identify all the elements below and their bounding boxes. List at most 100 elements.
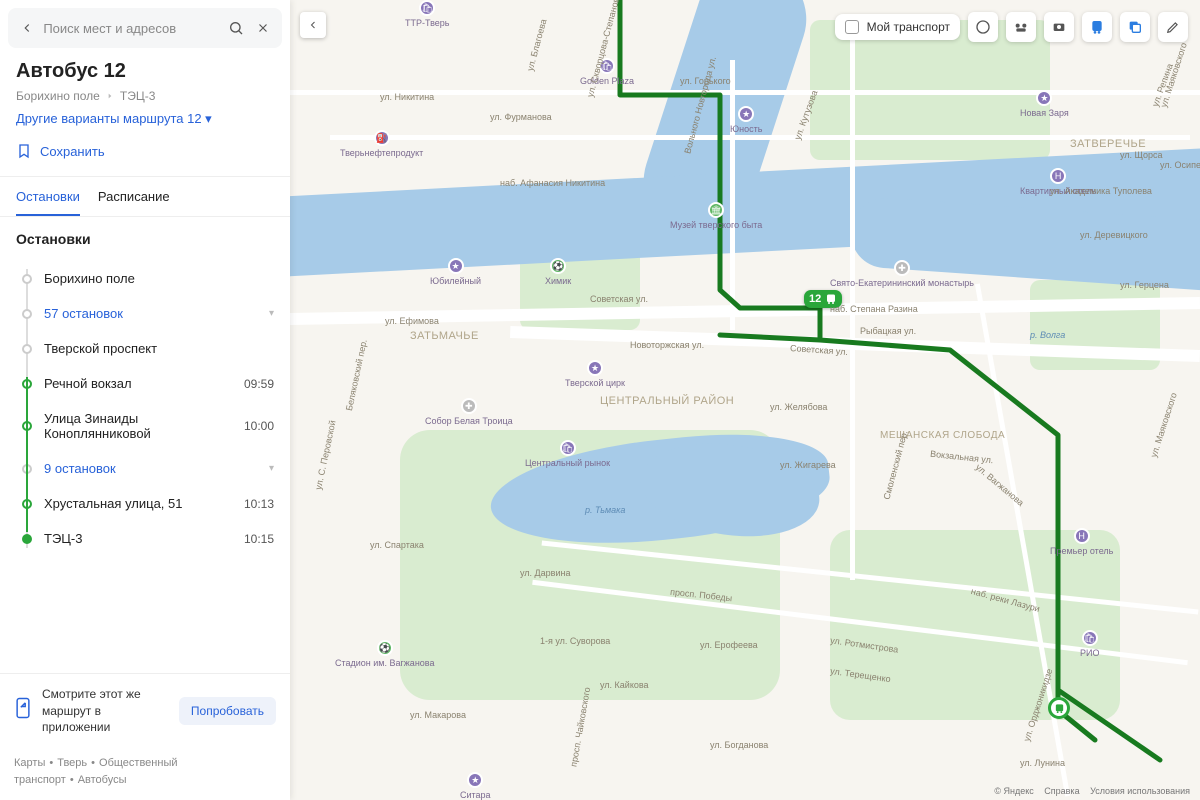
poi-monastery[interactable]: ✚Свято-Екатерининский монастырь	[830, 260, 974, 288]
stop-list: Борихино поле 57 остановок ▾ Тверской просп…	[22, 261, 274, 556]
poi-circus[interactable]: ★Тверской цирк	[565, 360, 625, 388]
poi-zarya[interactable]: ★Новая Заря	[1020, 90, 1069, 118]
copyright: © Яндекс Справка Условия использования	[986, 786, 1190, 796]
poi-stadium[interactable]: ⚽Стадион им. Вагжанова	[335, 640, 434, 668]
chevron-down-icon: ▾	[269, 308, 274, 319]
stop-item[interactable]: Хрустальная улица, 5110:13	[22, 486, 274, 521]
poi-sobor[interactable]: ✚Собор Белая Троица	[425, 398, 513, 426]
copyright-brand[interactable]: © Яндекс	[994, 786, 1033, 796]
street-label: Новоторжская ул.	[630, 340, 704, 350]
stop-dot	[22, 274, 32, 284]
stop-item[interactable]: Улица Зинаиды Коноплянниковой10:00	[22, 401, 274, 451]
stop-dot	[22, 534, 32, 544]
crumb-sep: •	[91, 757, 95, 769]
street-label: ул. Богданова	[710, 740, 768, 750]
route-from: Борихино поле	[16, 89, 100, 103]
poi-ttr[interactable]: 🛍ТТР-Тверь	[405, 0, 449, 28]
close-icon[interactable]	[253, 14, 274, 42]
poi-sitara[interactable]: ★Ситара	[460, 772, 491, 800]
poi-museum[interactable]: 🏛Музей тверского быта	[670, 202, 762, 230]
street-label: наб. Степана Разина	[830, 304, 918, 314]
promo-text: Смотрите этот же маршрут в приложении	[42, 686, 169, 735]
stop-name: ТЭЦ-3	[44, 531, 244, 546]
stop-item[interactable]: 9 остановок ▾	[22, 451, 274, 486]
my-transport-label: Мой транспорт	[867, 20, 950, 34]
tool-traffic[interactable]	[968, 12, 998, 42]
stop-collapse-link: 9 остановок	[44, 461, 263, 476]
copyright-help[interactable]: Справка	[1044, 786, 1079, 796]
poi-chimik[interactable]: ⚽Химик	[545, 258, 571, 286]
route-badge-number: 12	[809, 293, 821, 305]
poi-rio[interactable]: 🛍РИО	[1080, 630, 1099, 658]
route-to: ТЭЦ-3	[120, 89, 156, 103]
search-icon[interactable]	[225, 14, 246, 42]
crumb[interactable]: Автобусы	[78, 774, 127, 786]
layer-toolbar: Мой транспорт	[835, 12, 1188, 42]
street-label: ул. Академика Туполева	[1050, 186, 1152, 196]
street-label: Рыбацкая ул.	[860, 326, 916, 336]
tool-edit[interactable]	[1158, 12, 1188, 42]
crumb[interactable]: Карты	[14, 757, 45, 769]
back-icon[interactable]	[16, 14, 37, 42]
tool-layers[interactable]	[1120, 12, 1150, 42]
chevron-right-icon	[106, 92, 114, 100]
street-label: ул. Ерофеева	[700, 640, 758, 650]
poi-neft[interactable]: ⛽Тверьнефтепродукт	[340, 130, 423, 158]
district-label: ЦЕНТРАЛЬНЫЙ РАЙОН	[600, 395, 734, 407]
stop-time: 10:13	[244, 497, 274, 511]
street-label: ул. Спартака	[370, 540, 424, 550]
tab-schedule[interactable]: Расписание	[98, 177, 170, 216]
route-title: Автобус 12	[16, 60, 274, 83]
bookmark-icon	[16, 143, 32, 159]
poi-yubil[interactable]: ★Юбилейный	[430, 258, 481, 286]
stop-item[interactable]: Речной вокзал09:59	[22, 366, 274, 401]
collapse-sidebar-button[interactable]	[300, 12, 326, 38]
street-label: р. Тьмака	[585, 505, 625, 515]
stop-item[interactable]: Борихино поле	[22, 261, 274, 296]
crumb[interactable]: Тверь	[57, 757, 87, 769]
my-transport-toggle[interactable]: Мой транспорт	[835, 14, 960, 40]
stop-name: Тверской проспект	[44, 341, 274, 356]
stop-time: 10:00	[244, 419, 274, 433]
copyright-terms[interactable]: Условия использования	[1090, 786, 1190, 796]
stop-time: 09:59	[244, 377, 274, 391]
save-label: Сохранить	[40, 144, 105, 159]
crumb-sep: •	[70, 774, 74, 786]
stop-item[interactable]: ТЭЦ-310:15	[22, 521, 274, 556]
tool-transit[interactable]	[1082, 12, 1112, 42]
tool-events[interactable]	[1006, 12, 1036, 42]
district-label: ЗАТВЕРЕЧЬЕ	[1070, 138, 1146, 150]
map-canvas[interactable]: 12 ЦЕНТРАЛЬНЫЙ РАЙОН ЗАТЬМАЧЬЕ ЗАТВЕРЕЧЬ…	[290, 0, 1200, 800]
chevron-down-icon: ▾	[269, 463, 274, 474]
save-button[interactable]: Сохранить	[16, 143, 105, 159]
poi-unost[interactable]: ★Юность	[730, 106, 762, 134]
river-label: р. Волга	[1030, 330, 1065, 340]
search-input[interactable]	[43, 21, 219, 36]
street-label: ул. Дарвина	[520, 568, 570, 578]
poi-premier[interactable]: HПремьер отель	[1050, 528, 1113, 556]
poi-market[interactable]: 🛍Центральный рынок	[525, 440, 610, 468]
promo-button[interactable]: Попробовать	[179, 697, 276, 725]
street-label: ул. Жигарева	[780, 460, 836, 470]
street-label: 1-я ул. Суворова	[540, 636, 610, 646]
street-label: наб. Афанасия Никитина	[500, 178, 605, 188]
route-variants-link[interactable]: Другие варианты маршрута 12	[16, 111, 274, 127]
street-label: ул. Кайкова	[600, 680, 649, 690]
street-label: ул. Деревицкого	[1080, 230, 1148, 240]
street-label: ул. Макарова	[410, 710, 466, 720]
crumb-sep: •	[49, 757, 53, 769]
street-label: ул. Фурманова	[490, 112, 552, 122]
stop-collapse-link: 57 остановок	[44, 306, 263, 321]
bus-marker[interactable]	[1048, 697, 1070, 719]
stop-time: 10:15	[244, 532, 274, 546]
stop-name: Хрустальная улица, 51	[44, 496, 244, 511]
street-label: ул. Ефимова	[385, 316, 439, 326]
stop-name: Речной вокзал	[44, 376, 244, 391]
stop-item[interactable]: 57 остановок ▾	[22, 296, 274, 331]
street-label: ул. Желябова	[770, 402, 827, 412]
street-label: Советская ул.	[590, 294, 648, 304]
tab-stops[interactable]: Остановки	[16, 177, 80, 216]
stop-name: Улица Зинаиды Коноплянниковой	[44, 411, 244, 441]
stop-item[interactable]: Тверской проспект	[22, 331, 274, 366]
tool-street-view[interactable]	[1044, 12, 1074, 42]
